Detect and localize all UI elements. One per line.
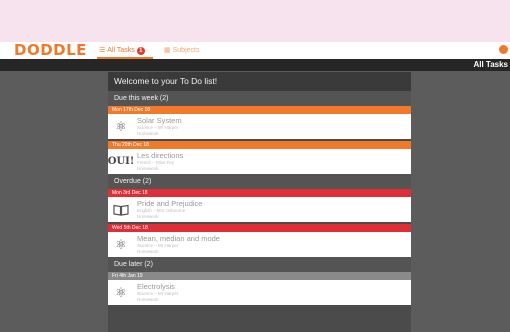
- section-due-this-week[interactable]: Due this week (2): [108, 91, 411, 106]
- task-item[interactable]: Thu 20th Dec 18 OUI! Les directions Fren…: [108, 141, 411, 174]
- task-item[interactable]: Wed 5th Dec 18 ⚛ Mean, median and mode S…: [108, 224, 411, 257]
- task-card[interactable]: Pride and Prejudice English – Mrs Osbour…: [108, 197, 411, 222]
- tab-all-tasks-label: All Tasks: [107, 47, 135, 54]
- task-title: Les directions: [137, 151, 184, 160]
- oui-icon: OUI!: [107, 156, 135, 167]
- atom-icon: ⚛: [115, 284, 127, 300]
- task-type: Homework: [137, 214, 159, 219]
- grid-icon: ▦: [164, 47, 171, 54]
- page-title: All Tasks: [473, 60, 508, 69]
- top-nav-bar: DODDLE ☰ All Tasks 1 ▦ Subjects: [0, 42, 510, 59]
- task-due-date: Wed 5th Dec 18: [108, 224, 411, 232]
- app-window: DODDLE ☰ All Tasks 1 ▦ Subjects All Task…: [0, 42, 510, 332]
- user-avatar[interactable]: [499, 45, 508, 54]
- tab-subjects-label: Subjects: [172, 47, 200, 54]
- task-title: Pride and Prejudice: [137, 199, 203, 208]
- atom-icon: ⚛: [115, 118, 127, 134]
- task-card[interactable]: ⚛ Solar System Science – Mr Harper Homew…: [108, 114, 411, 139]
- task-item[interactable]: Fri 4th Jan 19 ⚛ Electrolysis Science – …: [108, 272, 411, 305]
- task-title: Mean, median and mode: [137, 234, 220, 243]
- task-type: Homework: [137, 166, 159, 171]
- task-item[interactable]: Mon 17th Dec 18 ⚛ Solar System Science –…: [108, 106, 411, 139]
- tab-subjects[interactable]: ▦ Subjects: [164, 45, 199, 56]
- section-overdue[interactable]: Overdue (2): [108, 174, 411, 189]
- doddle-logo[interactable]: DODDLE: [14, 42, 87, 59]
- task-type: Homework: [137, 131, 159, 136]
- section-due-later[interactable]: Due later (2): [108, 257, 411, 272]
- atom-icon: ⚛: [115, 236, 127, 252]
- panel-title: Welcome to your To Do list!: [108, 72, 411, 91]
- task-type: Homework: [137, 249, 159, 254]
- task-card[interactable]: ⚛ Electrolysis Science – Mr Harper Homew…: [108, 280, 411, 305]
- task-title: Electrolysis: [137, 282, 175, 291]
- task-type: Homework: [137, 297, 159, 302]
- task-due-date: Fri 4th Jan 19: [108, 272, 411, 280]
- tab-all-tasks[interactable]: ☰ All Tasks 1: [99, 45, 145, 56]
- task-card[interactable]: OUI! Les directions French – Miss Fey Ho…: [108, 149, 411, 174]
- task-due-date: Mon 17th Dec 18: [108, 106, 411, 114]
- task-title: Solar System: [137, 116, 182, 125]
- todo-panel: Welcome to your To Do list! Due this wee…: [108, 72, 411, 332]
- book-icon: [112, 201, 130, 218]
- task-item[interactable]: Mon 3rd Dec 18 Pride and Prejudice Engli…: [108, 189, 411, 222]
- task-due-date: Thu 20th Dec 18: [108, 141, 411, 149]
- list-icon: ☰: [99, 47, 106, 54]
- all-tasks-count-badge: 1: [136, 46, 145, 55]
- page-header-bar: All Tasks: [0, 59, 510, 71]
- task-due-date: Mon 3rd Dec 18: [108, 189, 411, 197]
- task-card[interactable]: ⚛ Mean, median and mode Science – Mr Har…: [108, 232, 411, 257]
